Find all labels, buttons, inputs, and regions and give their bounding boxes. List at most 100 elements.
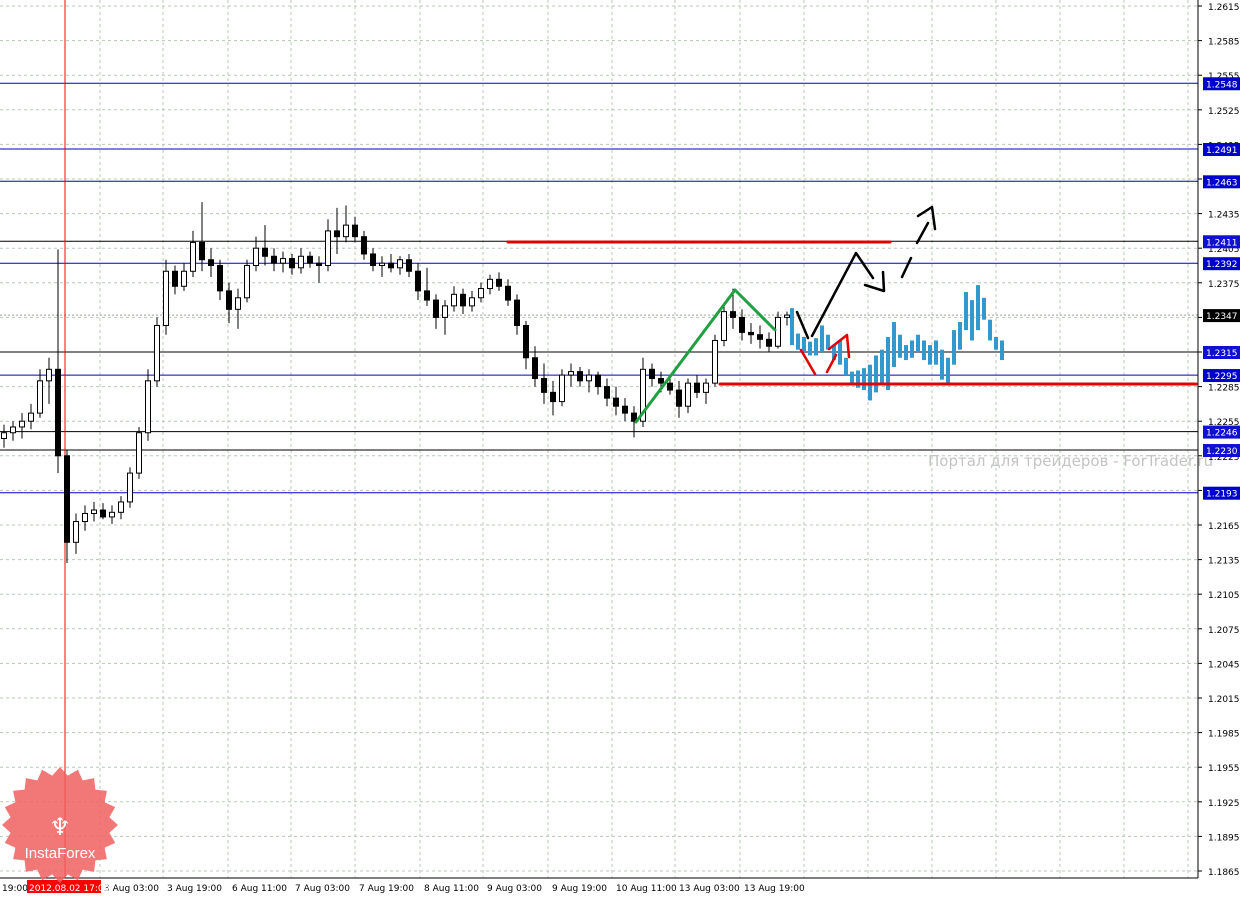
- candle-body: [280, 258, 286, 264]
- candle-body: [325, 230, 331, 266]
- projection-bar: [808, 341, 812, 356]
- candle-body: [199, 241, 205, 261]
- candle: [604, 378, 610, 407]
- candle-body: [487, 278, 493, 290]
- price-chart[interactable]: Портал для трейдеров - ForTrader.ru 1.26…: [0, 0, 1244, 900]
- y-tick-label: 1.1985: [1208, 730, 1240, 740]
- candle-body: [244, 265, 250, 299]
- candle-body: [10, 426, 16, 434]
- candle-body: [730, 311, 736, 318]
- candle-body: [118, 501, 124, 513]
- zigzag-red[interactable]: [825, 353, 838, 374]
- candle: [649, 363, 655, 387]
- projection-bar: [952, 330, 956, 365]
- candle: [433, 294, 439, 329]
- candle-body: [226, 290, 232, 310]
- candle-body: [343, 224, 349, 238]
- candle: [451, 286, 457, 312]
- candle-body: [523, 324, 529, 359]
- projection-bar: [892, 322, 896, 367]
- candle: [343, 205, 349, 243]
- candle-body: [271, 255, 277, 264]
- candle: [379, 256, 385, 278]
- x-tick-label: 7 Aug 03:00: [295, 884, 350, 894]
- y-tick-label: 1.1955: [1208, 764, 1240, 774]
- candle: [352, 217, 358, 243]
- dashed-arrow-segment[interactable]: [900, 256, 913, 279]
- candle: [181, 263, 187, 291]
- x-tick-label: 19:00: [2, 884, 28, 894]
- candle: [10, 421, 16, 441]
- candle-body: [496, 278, 502, 287]
- candle-body: [253, 247, 259, 266]
- candle-body: [415, 270, 421, 292]
- candle: [505, 279, 511, 306]
- level-price-label: 1.2246: [1206, 429, 1238, 439]
- candle: [361, 230, 367, 260]
- candle-body: [1, 432, 7, 440]
- candle: [622, 398, 628, 422]
- projection-bar: [802, 337, 806, 352]
- candle-body: [154, 324, 160, 382]
- projection-bar: [850, 371, 854, 384]
- candle: [406, 253, 412, 278]
- projection-bar: [958, 322, 962, 350]
- candle: [370, 248, 376, 272]
- candle-body: [28, 412, 34, 422]
- horizontal-levels[interactable]: [0, 82, 1198, 494]
- candle-body: [712, 339, 718, 384]
- drawings[interactable]: [506, 205, 1198, 424]
- dashed-arrow-segment[interactable]: [915, 221, 930, 245]
- candle-body: [478, 288, 484, 299]
- projection-bar: [928, 345, 932, 365]
- projection-bar: [874, 355, 878, 393]
- candle-body: [316, 262, 322, 266]
- level-price-label: 1.2392: [1206, 260, 1238, 270]
- candle-body: [703, 382, 709, 393]
- projection-bar: [946, 357, 950, 384]
- candle-body: [64, 455, 70, 543]
- candle: [82, 505, 88, 531]
- candle: [46, 357, 52, 404]
- candle-body: [442, 305, 448, 318]
- candle-body: [694, 382, 700, 393]
- y-tick-label: 1.1895: [1208, 833, 1240, 843]
- logo-text: InstaForex: [25, 845, 96, 862]
- candle-body: [424, 290, 430, 301]
- current-price-label: 1.2347: [1206, 312, 1238, 322]
- candle: [541, 363, 547, 404]
- candle: [586, 369, 592, 393]
- y-tick-label: 1.2015: [1208, 695, 1240, 705]
- candle: [199, 202, 205, 272]
- candle-body: [262, 247, 268, 257]
- candle-body: [748, 331, 754, 336]
- forecast-arrow-black[interactable]: [810, 251, 875, 338]
- candle: [208, 248, 214, 278]
- candle: [424, 267, 430, 306]
- candle: [496, 272, 502, 291]
- y-tick-label: 1.1925: [1208, 799, 1240, 809]
- candle: [721, 305, 727, 347]
- projection-bar: [844, 357, 848, 376]
- candle-body: [145, 380, 151, 434]
- projection-bar: [796, 333, 800, 350]
- level-price-label: 1.2193: [1206, 490, 1238, 500]
- candle-body: [577, 371, 583, 382]
- x-tick-label: 8 Aug 11:00: [424, 884, 479, 894]
- candle-body: [82, 512, 88, 523]
- candle-body: [469, 297, 475, 307]
- candle-body: [208, 259, 214, 267]
- projection-bar: [976, 285, 980, 331]
- candle-body: [532, 357, 538, 380]
- level-price-label: 1.2411: [1206, 238, 1238, 248]
- candle: [154, 317, 160, 387]
- candle: [478, 282, 484, 303]
- candle-body: [73, 521, 79, 543]
- candle-body: [721, 311, 727, 341]
- candle: [280, 251, 286, 273]
- candle: [271, 248, 277, 272]
- candle-body: [784, 314, 790, 318]
- projection-bar: [790, 308, 794, 346]
- projection-bar: [1000, 340, 1004, 361]
- candle-body: [676, 389, 682, 407]
